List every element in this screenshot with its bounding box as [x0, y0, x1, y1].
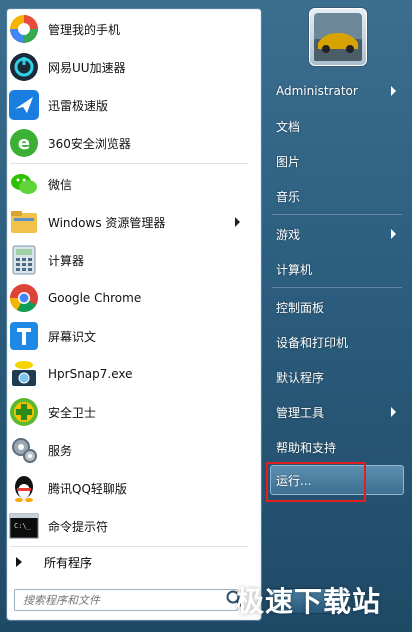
program-item-chrome[interactable]: Google Chrome — [4, 280, 250, 316]
separator — [10, 546, 248, 547]
right-item-label: 图片 — [276, 154, 301, 169]
program-label: 屏幕识文 — [48, 329, 97, 344]
program-label: 腾讯QQ轻聊版 — [48, 481, 127, 496]
right-item-documents[interactable]: 文档 — [270, 112, 404, 140]
program-label: 360安全浏览器 — [48, 136, 131, 151]
program-label: 安全卫士 — [48, 405, 97, 420]
svg-text:e: e — [18, 133, 30, 154]
services-icon — [12, 438, 37, 463]
search-input[interactable] — [15, 592, 213, 608]
program-item-uu-accelerator[interactable]: 网易UU加速器 — [4, 49, 250, 85]
right-item-administrator[interactable]: Administrator — [270, 77, 404, 105]
program-item-phone-manager[interactable]: 管理我的手机 — [4, 11, 250, 47]
start-menu: 管理我的手机 网易UU加速器 迅雷极速版 e 360安全浏览器 微信 Windo… — [0, 0, 412, 632]
right-item-label: 音乐 — [276, 189, 301, 204]
program-item-hprsnap[interactable]: HprSnap7.exe — [4, 356, 250, 392]
submenu-arrow-icon — [235, 217, 240, 227]
separator — [272, 287, 402, 288]
right-item-devices-printers[interactable]: 设备和打印机 — [270, 328, 404, 356]
program-label: 迅雷极速版 — [48, 98, 109, 113]
right-item-games[interactable]: 游戏 — [270, 220, 404, 248]
chrome-icon — [10, 284, 38, 312]
wechat-icon — [11, 174, 37, 194]
program-label: 管理我的手机 — [48, 22, 121, 37]
right-item-admin-tools[interactable]: 管理工具 — [270, 398, 404, 426]
program-item-services[interactable]: 服务 — [4, 432, 250, 468]
program-label: 计算器 — [48, 253, 85, 268]
calculator-icon — [12, 245, 36, 275]
program-item-cmd[interactable]: C:\_ 命令提示符 — [4, 508, 250, 544]
qq-icon — [15, 476, 33, 502]
program-item-360-browser[interactable]: e 360安全浏览器 — [4, 125, 250, 161]
program-label: Google Chrome — [48, 291, 142, 305]
program-label: 命令提示符 — [48, 519, 109, 534]
right-item-label: 设备和打印机 — [276, 335, 349, 350]
uu-accelerator-icon — [10, 53, 38, 81]
program-label: HprSnap7.exe — [48, 367, 133, 381]
search-box[interactable] — [14, 589, 238, 611]
program-label: 网易UU加速器 — [48, 60, 126, 75]
hprsnap-icon — [12, 361, 36, 386]
right-item-computer[interactable]: 计算机 — [270, 255, 404, 283]
program-item-qq[interactable]: 腾讯QQ轻聊版 — [4, 470, 250, 506]
program-label: 微信 — [48, 177, 73, 192]
right-item-label: 帮助和支持 — [276, 440, 337, 455]
cmd-icon: C:\_ — [9, 513, 39, 539]
program-item-explorer[interactable]: Windows 资源管理器 — [4, 204, 250, 240]
user-avatar[interactable] — [309, 8, 367, 66]
right-item-default-programs[interactable]: 默认程序 — [270, 363, 404, 391]
submenu-arrow-icon — [391, 86, 396, 96]
program-item-xunlei[interactable]: 迅雷极速版 — [4, 87, 250, 123]
separator — [272, 214, 402, 215]
right-item-music[interactable]: 音乐 — [270, 182, 404, 210]
submenu-arrow-icon — [391, 229, 396, 239]
360-browser-icon: e — [10, 129, 38, 157]
program-item-calculator[interactable]: 计算器 — [4, 242, 250, 278]
program-label: Windows 资源管理器 — [48, 215, 166, 230]
car-picture-icon — [314, 13, 362, 61]
program-label: 服务 — [48, 443, 73, 458]
screen-ocr-icon — [10, 322, 38, 350]
separator — [10, 163, 248, 164]
program-item-wechat[interactable]: 微信 — [4, 166, 250, 202]
xunlei-icon — [9, 90, 39, 120]
right-item-label: 计算机 — [276, 262, 313, 277]
right-item-label: 游戏 — [276, 227, 301, 242]
annotation-highlight-box — [266, 462, 366, 502]
right-item-label: Administrator — [276, 84, 358, 98]
right-item-control-panel[interactable]: 控制面板 — [270, 293, 404, 321]
submenu-arrow-icon — [391, 407, 396, 417]
watermark: 极速下载站 — [236, 585, 382, 618]
phone-manager-icon — [10, 15, 38, 43]
explorer-icon — [11, 211, 37, 233]
svg-text:C:\_: C:\_ — [14, 522, 32, 530]
all-programs-button[interactable]: 所有程序 — [4, 550, 250, 574]
expand-arrow-icon — [16, 557, 22, 567]
right-item-label: 文档 — [276, 119, 301, 134]
right-item-label: 默认程序 — [276, 370, 325, 385]
right-item-pictures[interactable]: 图片 — [270, 147, 404, 175]
security-guard-icon — [10, 398, 38, 426]
right-item-help-support[interactable]: 帮助和支持 — [270, 433, 404, 461]
all-programs-label: 所有程序 — [44, 555, 93, 570]
program-item-screen-ocr[interactable]: 屏幕识文 — [4, 318, 250, 354]
right-item-label: 控制面板 — [276, 300, 325, 315]
program-item-security-guard[interactable]: 安全卫士 — [4, 394, 250, 430]
right-item-label: 管理工具 — [276, 405, 325, 420]
